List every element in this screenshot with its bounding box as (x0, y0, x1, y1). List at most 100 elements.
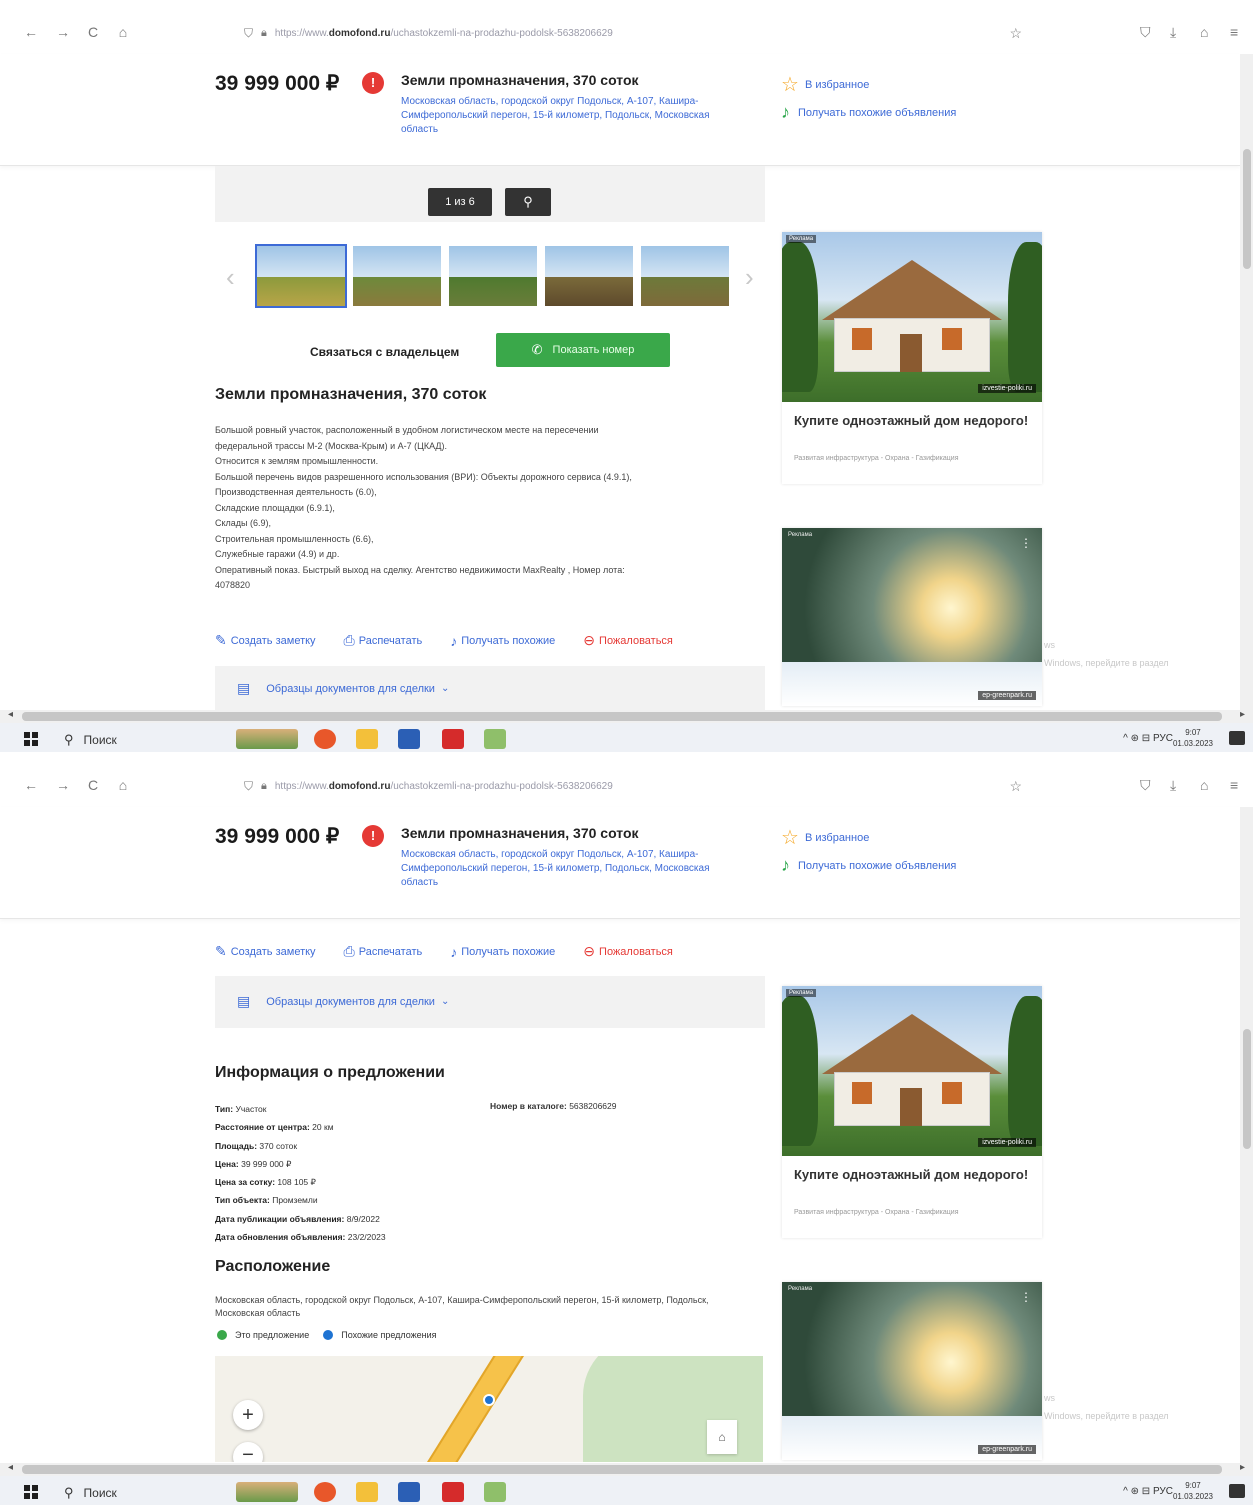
lock-icon: 🔒︎ (261, 26, 267, 39)
taskbar-widget-icon[interactable] (236, 729, 298, 749)
show-number-button[interactable]: ✆ Показать номер (496, 333, 670, 367)
horizontal-scrollbar[interactable]: ◂ ▸ (0, 1462, 1253, 1476)
pdf-reader-icon[interactable] (442, 1482, 464, 1502)
url-bar[interactable]: ⛉ 🔒︎ https://www. domofond.ru /uchastokz… (240, 775, 1040, 797)
windows-start-icon[interactable] (24, 732, 38, 746)
menu-icon[interactable]: ≡ (1230, 24, 1238, 40)
vertical-scrollbar[interactable] (1240, 807, 1253, 1463)
system-tray[interactable]: ^ ⊛ ⊟ РУС (1123, 1486, 1173, 1497)
bookmark-star-icon[interactable]: ☆ (1009, 778, 1022, 795)
get-similar-label: Получать похожие (461, 634, 556, 647)
location-address: Московская область, городской округ Подо… (215, 1295, 709, 1318)
menu-icon[interactable]: ≡ (1230, 777, 1238, 793)
browser-toolbar: ← → C ⌂ ⛉ 🔒︎ https://www. domofond.ru /u… (0, 761, 1253, 807)
pdf-reader-icon[interactable] (442, 729, 464, 749)
gallery-thumbnail[interactable] (255, 244, 347, 308)
map-pin-icon[interactable] (483, 1394, 495, 1406)
header-address-link[interactable]: Московская область, городской округ Подо… (401, 848, 741, 890)
app-icon[interactable] (484, 1482, 506, 1502)
forward-button[interactable]: → (54, 777, 72, 793)
subscribe-similar-button[interactable]: ♪ Получать похожие объявления (781, 855, 956, 876)
map-zoom-out-button[interactable]: − (233, 1442, 263, 1462)
print-button[interactable]: ⎙ Распечатать (344, 632, 423, 649)
download-icon[interactable]: ⤓ (1170, 24, 1176, 41)
windows-start-icon[interactable] (24, 1485, 38, 1499)
system-tray[interactable]: ^ ⊛ ⊟ РУС (1123, 733, 1173, 744)
bookmark-star-icon[interactable]: ☆ (1009, 25, 1022, 42)
documents-dropdown[interactable]: ▤ Образцы документов для сделки ⌄ (215, 976, 765, 1028)
clock[interactable]: 9:07 01.03.2023 (1173, 727, 1213, 749)
map-clear-icon[interactable]: ⌂ (707, 1420, 737, 1454)
get-similar-button[interactable]: ♪ Получать похожие (450, 632, 555, 649)
create-note-button[interactable]: ✎ Создать заметку (215, 632, 316, 649)
reload-button[interactable]: C (84, 24, 102, 40)
word-icon[interactable] (398, 729, 420, 749)
offer-info-title: Информация о предложении (215, 1064, 445, 1081)
create-note-label: Создать заметку (230, 634, 316, 647)
complain-button[interactable]: ⊖ Пожаловаться (583, 632, 673, 649)
notification-icon[interactable] (1229, 1484, 1245, 1498)
ad-title: Купите одноэтажный дом недорого! (794, 413, 1029, 428)
map-zoom-in-button[interactable]: + (233, 1400, 263, 1430)
get-similar-button[interactable]: ♪ Получать похожие (450, 943, 555, 960)
file-explorer-icon[interactable] (356, 1482, 378, 1502)
header-address-link[interactable]: Московская область, городской округ Подо… (401, 95, 741, 137)
word-icon[interactable] (398, 1482, 420, 1502)
home-button[interactable]: ⌂ (114, 24, 132, 40)
clock[interactable]: 9:07 01.03.2023 (1173, 1480, 1213, 1502)
subscribe-similar-button[interactable]: ♪ Получать похожие объявления (781, 102, 956, 123)
notification-icon[interactable] (1229, 731, 1245, 745)
gallery-thumbnail[interactable] (639, 244, 731, 308)
print-button[interactable]: ⎙ Распечатать (344, 943, 423, 960)
description-line: Оперативный показ. Быстрый выход на сдел… (215, 564, 625, 575)
ad-source-tag: ep-greenpark.ru (978, 691, 1036, 700)
download-icon[interactable]: ⤓ (1170, 777, 1176, 794)
gallery-thumbnail[interactable] (351, 244, 443, 308)
search-icon: ⚲ (64, 732, 74, 747)
sticky-header: 39 999 000 ₽ ! Земли промназначения, 370… (0, 807, 1240, 919)
pocket-icon[interactable]: ⛉ (1140, 777, 1151, 794)
pocket-icon[interactable]: ⛉ (1140, 24, 1151, 41)
location-map[interactable]: + − ⌂ (215, 1356, 763, 1462)
reload-button[interactable]: C (84, 777, 102, 793)
activation-watermark: ws Windows, перейдите в раздел (1044, 636, 1169, 672)
file-explorer-icon[interactable] (356, 729, 378, 749)
gallery-thumbnail[interactable] (543, 244, 635, 308)
complain-button[interactable]: ⊖ Пожаловаться (583, 943, 673, 960)
info-value: 108 105 ₽ (277, 1177, 316, 1188)
documents-dropdown[interactable]: ▤ Образцы документов для сделки ⌄ (215, 666, 765, 716)
info-row: Расстояние от центра: 20 км (215, 1118, 386, 1136)
firefox-icon[interactable] (314, 729, 336, 749)
ad-banner-house[interactable]: Реклама izvestie-poliki.ru Купите одноэт… (782, 232, 1042, 484)
extensions-icon[interactable]: ⌂ (1200, 777, 1208, 793)
favorites-button[interactable]: ☆ В избранное (781, 825, 869, 850)
taskbar-search[interactable]: ⚲ Поиск (64, 732, 117, 748)
create-note-button[interactable]: ✎ Создать заметку (215, 943, 316, 960)
more-options-icon[interactable]: ⋮ (1020, 1290, 1032, 1304)
zoom-button[interactable]: ⚲ (505, 188, 551, 216)
description-line: федеральной трассы М-2 (Москва-Крым) и А… (215, 440, 447, 451)
firefox-icon[interactable] (314, 1482, 336, 1502)
favorites-button[interactable]: ☆ В избранное (781, 72, 869, 97)
ad-banner-house[interactable]: Реклама izvestie-poliki.ru Купите одноэт… (782, 986, 1042, 1238)
forward-button[interactable]: → (54, 24, 72, 40)
horizontal-scrollbar[interactable]: ◂ ▸ (0, 709, 1253, 723)
description-line: Склады (6.9), (215, 518, 272, 528)
ad-banner-winter[interactable]: Реклама ⋮ ep-greenpark.ru (782, 528, 1042, 706)
info-value: 39 999 000 ₽ (241, 1158, 292, 1169)
gallery-next-icon[interactable]: › (745, 262, 754, 293)
ad-banner-winter[interactable]: Реклама ⋮ ep-greenpark.ru (782, 1282, 1042, 1460)
home-button[interactable]: ⌂ (114, 777, 132, 793)
back-button[interactable]: ← (22, 24, 40, 40)
back-button[interactable]: ← (22, 777, 40, 793)
taskbar-widget-icon[interactable] (236, 1482, 298, 1502)
gallery-thumbnail[interactable] (447, 244, 539, 308)
more-options-icon[interactable]: ⋮ (1020, 536, 1032, 550)
show-number-label: Показать номер (552, 344, 635, 356)
taskbar-search[interactable]: ⚲ Поиск (64, 1485, 117, 1501)
vertical-scrollbar[interactable] (1240, 54, 1253, 710)
url-bar[interactable]: ⛉ 🔒︎ https://www. domofond.ru /uchastokz… (240, 22, 1040, 44)
app-icon[interactable] (484, 729, 506, 749)
gallery-prev-icon[interactable]: ‹ (226, 262, 235, 293)
extensions-icon[interactable]: ⌂ (1200, 24, 1208, 40)
